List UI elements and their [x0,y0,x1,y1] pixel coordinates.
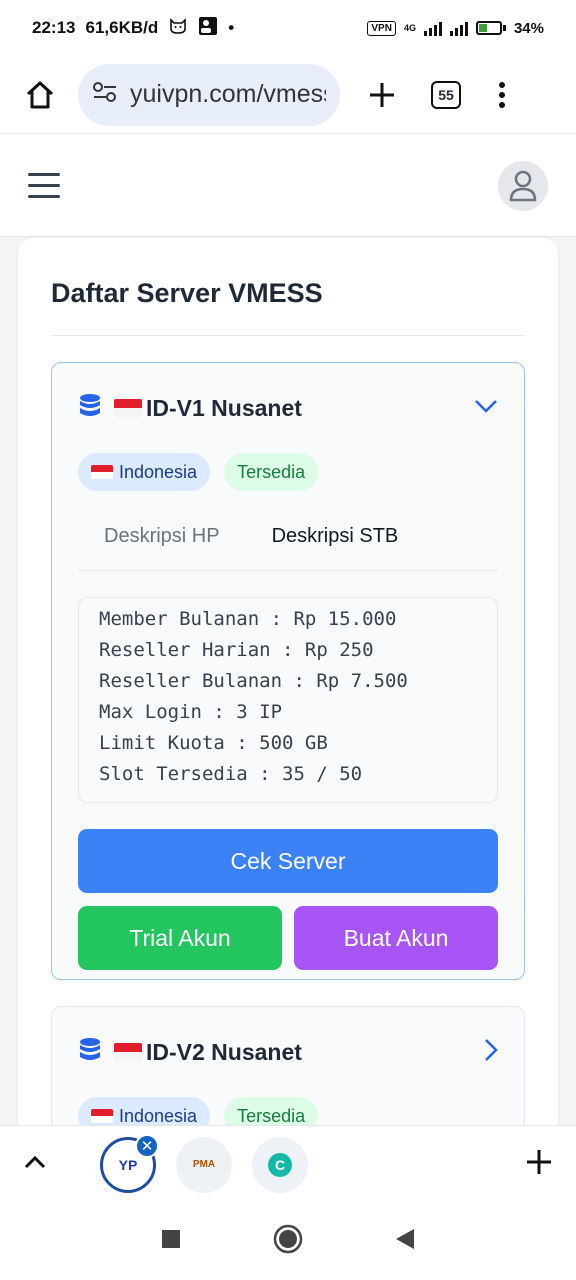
server-list-card: Daftar Server VMESS ID-V1 Nusanet Indone… [18,238,558,1125]
network-type: 4G [403,23,416,33]
desc-line: Limit Kuota : 500 GB [99,732,328,754]
indonesia-flag-icon [91,465,113,479]
tab-count: 55 [431,80,461,109]
clock: 22:13 [32,18,76,37]
tab-yuivpn-label: YP [118,1156,138,1173]
indonesia-flag-icon [114,399,142,417]
tab-c[interactable]: C [252,1136,308,1193]
back-icon[interactable] [395,1228,415,1255]
site-header [0,135,576,237]
desc-line: Max Login : 3 IP [99,701,283,723]
status-bar: 22:13 61,6KB/d • VPN 4G 34% [0,0,576,56]
home-button[interactable] [20,75,60,115]
tab-switcher-button[interactable]: 55 [426,75,466,115]
database-icon [78,1037,102,1068]
status-badge: Tersedia [224,1097,319,1125]
country-badge: Indonesia [78,1097,211,1126]
country-badge: Indonesia [78,453,211,491]
server-description: Member Bulanan : Rp 15.000 Reseller Hari… [78,597,498,803]
tab-yuivpn[interactable]: YP ✕ [100,1133,159,1193]
server-header[interactable]: ID-V2 Nusanet [78,1007,498,1097]
page-title: Daftar Server VMESS [51,238,525,336]
net-speed: 61,6KB/d [85,18,159,37]
user-icon [509,170,537,201]
country-label: Indonesia [119,1105,198,1126]
status-badge: Tersedia [224,453,319,491]
notification-dot: • [228,18,235,37]
indonesia-flag-icon [114,1043,142,1061]
description-tabs: Deskripsi HP Deskripsi STB [78,515,498,571]
server-badges: Indonesia Tersedia [78,1097,498,1125]
trial-akun-button[interactable]: Trial Akun [78,906,282,970]
indonesia-flag-icon [91,1109,113,1123]
chevron-right-icon[interactable] [484,1038,498,1067]
signal-icon-2 [449,20,468,36]
signal-icon [423,20,442,36]
server-name: ID-V1 Nusanet [146,394,302,421]
more-vert-icon [499,81,505,108]
recents-icon[interactable] [161,1229,181,1254]
hamburger-menu-icon[interactable] [28,173,60,198]
chevron-down-icon[interactable] [474,399,498,418]
desc-line: Member Bulanan : Rp 15.000 [99,608,397,630]
system-nav-bar [0,1203,576,1280]
new-tab-button[interactable] [362,75,402,115]
tab-deskripsi-hp[interactable]: Deskripsi HP [78,515,246,570]
page-content: Daftar Server VMESS ID-V1 Nusanet Indone… [0,135,576,1125]
plus-icon [370,82,394,107]
tab-c-label: C [268,1152,292,1177]
tab-pma[interactable]: PMA [176,1136,232,1193]
battery-icon [475,21,506,35]
tab-pma-label: PMA [192,1159,216,1170]
server-badges: Indonesia Tersedia [78,453,498,491]
home-icon [26,81,54,108]
site-settings-icon[interactable] [92,81,118,108]
url-bar[interactable]: yuivpn.com/vmess [78,63,340,126]
database-icon [78,393,102,424]
browser-toolbar: yuivpn.com/vmess 55 [0,56,576,134]
server-card-id-v1: ID-V1 Nusanet Indonesia Tersedia Deskrip… [51,362,525,980]
home-nav-icon[interactable] [273,1224,303,1259]
battery-percent: 34% [513,19,544,37]
buat-akun-button[interactable]: Buat Akun [294,906,498,970]
url-text: yuivpn.com/vmess [130,80,326,108]
vpn-indicator: VPN [367,20,396,36]
user-avatar[interactable] [498,160,548,211]
add-tab-icon[interactable] [526,1149,552,1180]
server-card-id-v2: ID-V2 Nusanet Indonesia Tersedia [51,1006,525,1125]
desc-line: Reseller Bulanan : Rp 7.500 [99,670,408,692]
tab-strip: YP ✕ PMA C [0,1125,576,1203]
chevron-up-icon[interactable] [24,1155,46,1174]
cat-icon [168,17,188,40]
server-name: ID-V2 Nusanet [146,1038,302,1065]
desc-line: Reseller Harian : Rp 250 [99,639,374,661]
country-label: Indonesia [119,461,198,482]
desc-line: Slot Tersedia : 35 / 50 [99,763,363,785]
menu-button[interactable] [482,75,522,115]
server-header[interactable]: ID-V1 Nusanet [78,363,498,453]
action-buttons: Trial Akun Buat Akun [78,906,498,970]
contact-icon [198,16,218,41]
cek-server-button[interactable]: Cek Server [78,829,498,893]
tab-deskripsi-stb[interactable]: Deskripsi STB [246,515,425,570]
close-icon[interactable]: ✕ [135,1133,159,1158]
